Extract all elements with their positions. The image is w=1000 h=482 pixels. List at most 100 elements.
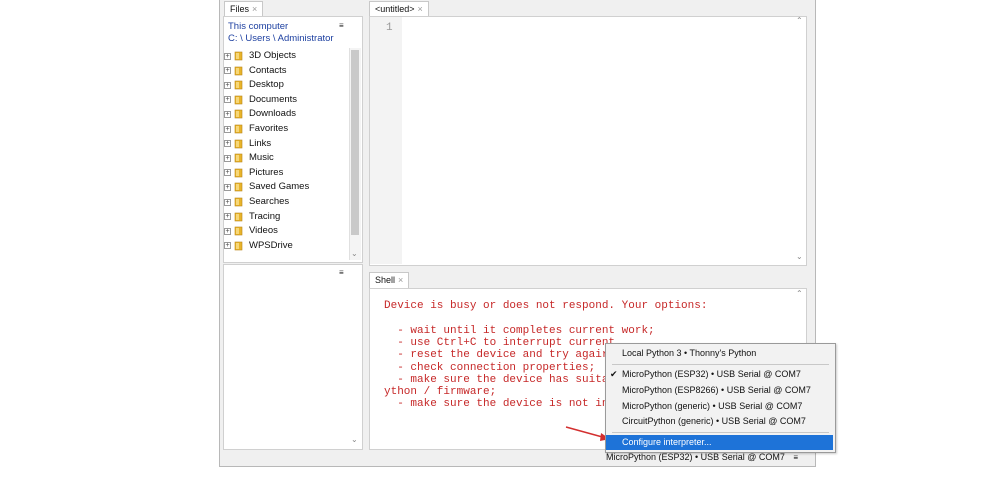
expand-icon[interactable]: + (224, 242, 231, 250)
check-icon: ✔ (610, 369, 618, 379)
tab-shell[interactable]: Shell × (369, 272, 410, 288)
menu-item-label: MicroPython (ESP32) • USB Serial @ COM7 (622, 369, 801, 379)
tree-item-label: Desktop (249, 79, 284, 91)
shell-line: - make sure the device has suita (384, 373, 609, 386)
tree-item-label: Favorites (249, 123, 289, 134)
scroll-down-icon[interactable]: ⌄ (351, 249, 358, 258)
tab-files[interactable]: Files × (224, 1, 264, 17)
lower-scroll-down-icon[interactable]: ⌄ (351, 435, 358, 444)
tree-item-label: WPSDrive (249, 239, 293, 251)
tree-item[interactable]: + Desktop (224, 78, 284, 92)
menu-item-label: Configure interpreter... (622, 437, 712, 447)
expand-icon[interactable]: + (224, 140, 231, 148)
tree-item[interactable]: + Favorites (224, 122, 288, 136)
editor-scroll-up-icon[interactable]: ⌃ (796, 16, 803, 25)
menu-item-local-python[interactable]: Local Python 3 • Thonny's Python (606, 346, 833, 361)
tree-item-label: Saved Games (249, 181, 310, 193)
expand-icon[interactable]: + (224, 52, 231, 60)
tree-item[interactable]: + Tracing (224, 210, 280, 224)
expand-icon[interactable]: + (224, 154, 231, 162)
editor-scroll-down-icon[interactable]: ⌄ (796, 252, 803, 261)
expand-icon[interactable]: + (224, 67, 231, 75)
shell-line: - check connection properties; (384, 361, 596, 374)
files-menu-icon[interactable]: ≡ (339, 21, 344, 30)
interpreter-status[interactable]: MicroPython (ESP32) • USB Serial @ COM7 … (606, 452, 798, 462)
tab-untitled[interactable]: <untitled> × (369, 1, 429, 17)
tree-item-label: Searches (249, 196, 290, 207)
menu-item-label: MicroPython (ESP8266) • USB Serial @ COM… (622, 385, 811, 395)
tree-item[interactable]: + Contacts (224, 64, 287, 78)
tree-item[interactable]: + Videos (224, 224, 278, 238)
shell-line: ython / firmware; (384, 386, 497, 399)
editor-pane[interactable] (369, 16, 807, 266)
expand-icon[interactable]: + (224, 125, 231, 133)
tree-item[interactable]: + Pictures (224, 166, 283, 180)
menu-separator (612, 432, 829, 433)
menu-item-micropython-esp8266[interactable]: MicroPython (ESP8266) • USB Serial @ COM… (606, 383, 833, 398)
tab-files-label: Files (230, 4, 250, 14)
tree-item[interactable]: + Links (224, 137, 271, 151)
expand-icon[interactable]: + (224, 81, 231, 89)
tree-item-label: Documents (249, 93, 298, 105)
shell-line: Device is busy or does not respond. Your… (384, 300, 708, 312)
breadcrumb-path[interactable]: C: \ Users \ Administrator (228, 33, 334, 44)
files-scrollbar-thumb[interactable] (351, 50, 359, 235)
menu-item-circuitpython-generic[interactable]: CircuitPython (generic) • USB Serial @ C… (606, 414, 833, 429)
shell-line: - make sure the device is not in (384, 398, 609, 411)
menu-item-micropython-esp32[interactable]: ✔ MicroPython (ESP32) • USB Serial @ COM… (606, 367, 833, 382)
folder-icon (234, 80, 243, 90)
expand-icon[interactable]: + (224, 96, 231, 104)
expand-icon[interactable]: + (224, 169, 231, 177)
folder-icon (234, 110, 243, 119)
tree-item[interactable]: + Searches (224, 195, 289, 209)
line-number-gutter (370, 17, 402, 264)
tree-item-label: Contacts (249, 64, 287, 76)
expand-icon[interactable]: + (224, 198, 231, 206)
interpreter-menu: Local Python 3 • Thonny's Python ✔ Micro… (605, 343, 836, 453)
menu-item-label: CircuitPython (generic) • USB Serial @ C… (622, 416, 806, 426)
expand-icon[interactable]: + (224, 227, 231, 235)
tree-item-label: Music (249, 152, 274, 164)
folder-icon (234, 139, 243, 148)
folder-icon (234, 124, 243, 134)
expand-icon[interactable]: + (224, 110, 231, 118)
tree-item-label: Downloads (249, 108, 296, 120)
tree-item-label: Pictures (249, 166, 284, 178)
shell-line: - reset the device and try agair (384, 349, 609, 362)
tree-item[interactable]: + Music (224, 151, 274, 165)
status-menu-icon[interactable]: ≡ (793, 453, 798, 462)
lower-pane-menu-icon[interactable]: ≡ (339, 268, 344, 277)
menu-item-label: Local Python 3 • Thonny's Python (622, 348, 757, 358)
menu-item-micropython-generic[interactable]: MicroPython (generic) • USB Serial @ COM… (606, 399, 833, 414)
folder-icon (234, 153, 243, 163)
menu-item-label: MicroPython (generic) • USB Serial @ COM… (622, 401, 803, 411)
folder-icon (234, 51, 243, 61)
shell-line: - wait until it completes current work; (384, 324, 655, 337)
tree-item-label: Tracing (249, 210, 281, 222)
files-scrollbar[interactable] (349, 48, 361, 260)
location-title[interactable]: This computer (228, 21, 288, 32)
lower-left-pane (223, 264, 363, 450)
tree-item[interactable]: + WPSDrive (224, 239, 293, 253)
folder-icon (234, 197, 243, 207)
expand-icon[interactable]: + (224, 183, 231, 191)
expand-icon[interactable]: + (224, 213, 231, 221)
folder-icon (234, 95, 243, 105)
tree-item[interactable]: +3D Objects (224, 49, 296, 63)
tab-untitled-close-icon[interactable]: × (418, 4, 423, 14)
folder-icon (234, 183, 243, 192)
tab-untitled-label: <untitled> (375, 4, 415, 14)
tree-item-label: 3D Objects (249, 50, 296, 61)
folder-icon (234, 212, 243, 221)
tree-item[interactable]: + Downloads (224, 107, 296, 121)
tree-item[interactable]: + Saved Games (224, 180, 309, 194)
folder-icon (234, 226, 243, 236)
configure-interpreter-item[interactable]: Configure interpreter... (606, 435, 833, 450)
folder-icon (234, 66, 243, 75)
tab-shell-close-icon[interactable]: × (398, 275, 403, 285)
tree-item[interactable]: + Documents (224, 93, 297, 107)
tab-files-close-icon[interactable]: × (252, 4, 257, 14)
folder-icon (234, 241, 243, 251)
tree-item-label: Links (249, 137, 272, 149)
shell-scroll-up-icon[interactable]: ⌃ (796, 289, 803, 298)
